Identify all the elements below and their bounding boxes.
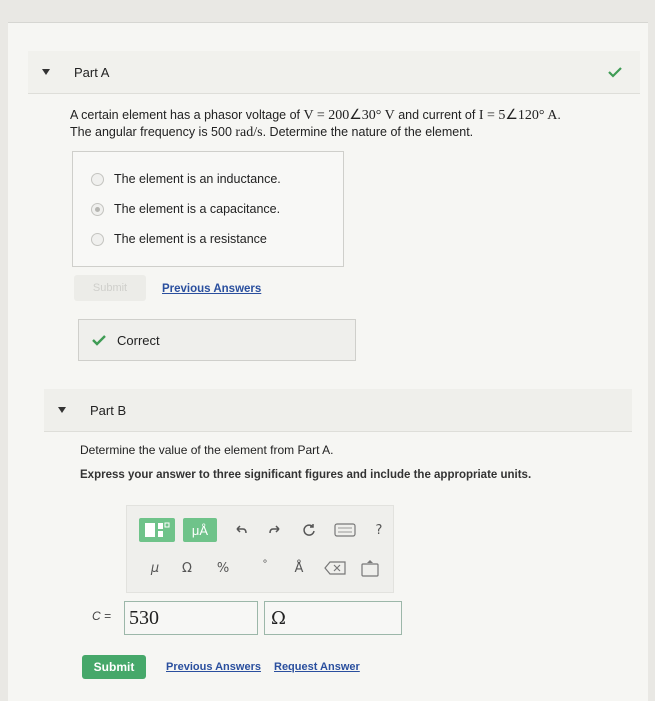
undo-icon — [236, 525, 247, 534]
backspace-icon — [324, 561, 346, 575]
answer-options: The element is an inductance. The elemen… — [72, 151, 344, 267]
keypad-icon — [361, 560, 379, 577]
reset-button[interactable] — [299, 520, 319, 540]
option-inductance[interactable]: The element is an inductance. — [91, 172, 281, 186]
part-a-header[interactable]: Part A — [28, 51, 640, 94]
units-button[interactable]: μÅ — [183, 518, 217, 542]
part-b-submit-button[interactable]: Submit — [82, 655, 146, 679]
redo-button[interactable] — [265, 520, 285, 540]
reset-icon — [303, 524, 315, 536]
check-icon — [608, 67, 622, 78]
collapse-caret-icon[interactable] — [42, 69, 50, 75]
option-label: The element is an inductance. — [114, 172, 281, 186]
option-capacitance[interactable]: The element is a capacitance. — [91, 202, 280, 216]
check-icon — [92, 335, 106, 346]
request-answer-link[interactable]: Request Answer — [274, 661, 360, 673]
feedback-text: Correct — [117, 332, 160, 348]
question-text: . — [557, 108, 561, 122]
question-text: . Determine the nature of the element. — [262, 125, 474, 139]
mu-button[interactable]: μ — [145, 558, 165, 578]
part-a-submit-button[interactable]: Submit — [74, 275, 146, 301]
question-text: A certain element has a phasor voltage o… — [70, 108, 304, 122]
part-a-previous-answers-link[interactable]: Previous Answers — [162, 283, 261, 295]
templates-button[interactable] — [139, 518, 175, 542]
help-button[interactable]: ? — [371, 520, 387, 540]
answer-variable-label: C = — [92, 609, 112, 623]
redo-icon — [269, 525, 280, 534]
option-label: The element is a capacitance. — [114, 202, 281, 216]
feedback-box: Correct — [78, 319, 356, 361]
collapse-caret-icon[interactable] — [58, 407, 66, 413]
radio-button[interactable] — [91, 202, 104, 216]
keyboard-icon — [334, 523, 356, 537]
angstrom-button[interactable]: Å — [289, 558, 309, 578]
percent-button[interactable]: % — [213, 558, 233, 578]
question-text: and current of — [394, 108, 479, 122]
templates-icon — [145, 522, 170, 537]
delete-button[interactable] — [323, 559, 347, 577]
part-b-title: Part B — [90, 402, 127, 418]
part-a-title: Part A — [74, 64, 110, 80]
part-b-header[interactable]: Part B — [44, 389, 632, 432]
part-b-previous-answers-link[interactable]: Previous Answers — [166, 661, 261, 673]
math-toolbar: μÅ ? μ Ω % ° Å — [126, 505, 394, 593]
answer-unit-input[interactable]: Ω — [264, 601, 402, 635]
radio-button[interactable] — [91, 232, 104, 246]
frequency-unit: rad/s — [235, 125, 263, 140]
keypad-toggle-button[interactable] — [359, 558, 381, 578]
question-text: The angular frequency is 500 — [70, 125, 236, 139]
assignment-page: Part A A certain element has a phasor vo… — [8, 22, 648, 701]
part-b-instruction: Express your answer to three significant… — [80, 469, 532, 481]
answer-value-input[interactable]: 530 — [124, 601, 258, 635]
option-resistance[interactable]: The element is a resistance — [91, 232, 267, 246]
current-expression: I = 5∠120° A — [478, 108, 558, 123]
undo-button[interactable] — [231, 520, 251, 540]
part-b-question: Determine the value of the element from … — [80, 443, 334, 457]
part-a-question: A certain element has a phasor voltage o… — [70, 107, 630, 141]
keyboard-button[interactable] — [333, 520, 357, 540]
voltage-expression: V = 200∠30° V — [303, 108, 395, 123]
option-label: The element is a resistance — [114, 232, 267, 246]
degree-button[interactable]: ° — [255, 554, 275, 574]
omega-button[interactable]: Ω — [177, 558, 197, 578]
radio-button[interactable] — [91, 172, 104, 186]
